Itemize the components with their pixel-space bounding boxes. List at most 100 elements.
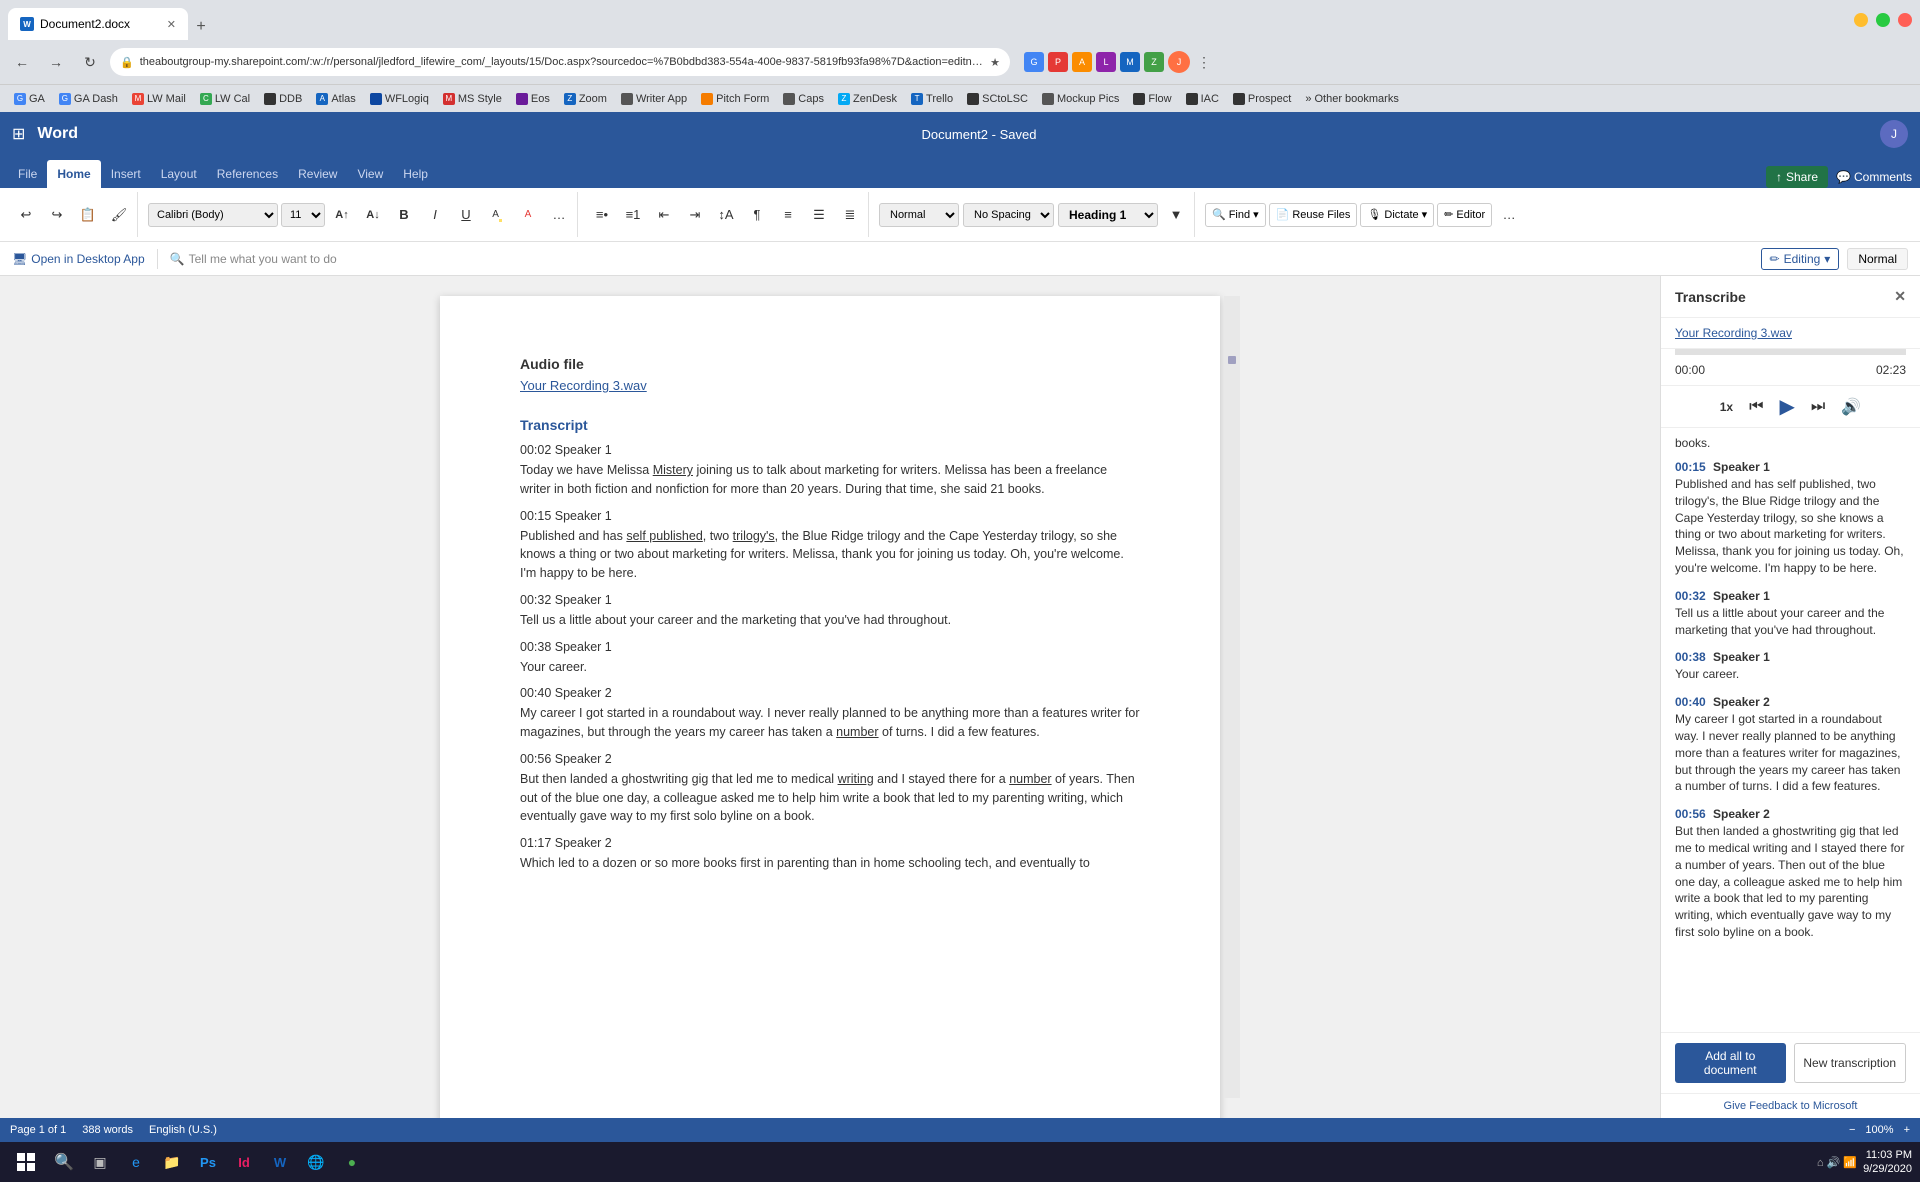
tab-file[interactable]: File: [8, 160, 47, 188]
underline-button[interactable]: U: [452, 201, 480, 229]
transcribe-file-link[interactable]: Your Recording 3.wav: [1661, 318, 1920, 349]
ext-icon-1[interactable]: G: [1024, 52, 1044, 72]
more-options-button[interactable]: …: [1495, 201, 1523, 229]
align-left-button[interactable]: ≡: [774, 201, 802, 229]
tab-view[interactable]: View: [347, 160, 393, 188]
bookmark-flow[interactable]: Flow: [1127, 91, 1177, 107]
zoom-in-button[interactable]: +: [1904, 1124, 1910, 1136]
bookmark-zendesk[interactable]: Z ZenDesk: [832, 91, 903, 107]
tab-review[interactable]: Review: [288, 160, 347, 188]
ext-icon-3[interactable]: A: [1072, 52, 1092, 72]
tab-help[interactable]: Help: [393, 160, 438, 188]
numbering-button[interactable]: ≡1: [619, 201, 647, 229]
bookmark-caps[interactable]: Caps: [777, 91, 830, 107]
close-window-button[interactable]: [1898, 13, 1912, 27]
more-font-button[interactable]: …: [545, 201, 573, 229]
reuse-files-button[interactable]: 📄 Reuse Files: [1269, 203, 1358, 227]
decrease-indent-button[interactable]: ⇤: [650, 201, 678, 229]
taskbar-edge[interactable]: e: [120, 1146, 152, 1178]
reload-button[interactable]: ↻: [76, 48, 104, 76]
playback-speed[interactable]: 1x: [1720, 400, 1733, 414]
highlight-button[interactable]: A: [483, 201, 511, 229]
share-button[interactable]: ↑ Share: [1766, 166, 1828, 188]
taskbar-chrome[interactable]: 🌐: [300, 1146, 332, 1178]
forward-button[interactable]: →: [42, 48, 70, 76]
taskbar-indesign[interactable]: Id: [228, 1146, 260, 1178]
add-all-to-document-button[interactable]: Add all to document: [1675, 1043, 1786, 1083]
paragraph-mark-button[interactable]: ¶: [743, 201, 771, 229]
format-painter-button[interactable]: 🖌: [105, 201, 133, 229]
play-button[interactable]: ▶: [1780, 394, 1795, 419]
ext-icon-2[interactable]: P: [1048, 52, 1068, 72]
app-grid-icon[interactable]: ⊞: [12, 124, 25, 144]
bookmark-prospect[interactable]: Prospect: [1227, 91, 1297, 107]
transcribe-close-button[interactable]: ✕: [1894, 288, 1906, 305]
redo-button[interactable]: ↪: [43, 201, 71, 229]
skip-forward-button[interactable]: ⏭: [1811, 398, 1825, 416]
tell-me-search[interactable]: 🔍 Tell me what you want to do: [170, 252, 1749, 266]
audio-file-link[interactable]: Your Recording 3.wav: [520, 378, 647, 393]
other-bookmarks-button[interactable]: » Other bookmarks: [1299, 91, 1405, 107]
bullets-button[interactable]: ≡•: [588, 201, 616, 229]
scroll-thumb[interactable]: [1228, 356, 1236, 364]
bookmark-wflogiq[interactable]: WFLogiq: [364, 91, 435, 107]
seg-time-3[interactable]: 00:38: [1675, 650, 1706, 664]
bookmark-atlas[interactable]: A Atlas: [310, 91, 361, 107]
taskbar-explorer[interactable]: 📁: [156, 1146, 188, 1178]
seg-time-5[interactable]: 00:56: [1675, 807, 1706, 821]
bookmark-ddb[interactable]: DDB: [258, 91, 308, 107]
more-extensions-button[interactable]: ⋮: [1194, 52, 1214, 72]
decrease-font-button[interactable]: A↓: [359, 201, 387, 229]
bookmark-lw-mail[interactable]: M LW Mail: [126, 91, 192, 107]
undo-button[interactable]: ↩: [12, 201, 40, 229]
comments-button[interactable]: 💬 Comments: [1836, 170, 1912, 184]
align-center-button[interactable]: ☰: [805, 201, 833, 229]
skip-back-button[interactable]: ⏮: [1749, 398, 1763, 416]
taskbar-photoshop[interactable]: Ps: [192, 1146, 224, 1178]
heading1-style-select[interactable]: Heading 1: [1058, 203, 1158, 227]
bookmark-trello[interactable]: T Trello: [905, 91, 959, 107]
zoom-out-button[interactable]: −: [1849, 1124, 1855, 1136]
bookmark-lw-cal[interactable]: C LW Cal: [194, 91, 256, 107]
align-right-button[interactable]: ≣: [836, 201, 864, 229]
bookmark-eos[interactable]: Eos: [510, 91, 556, 107]
bookmark-zoom[interactable]: Z Zoom: [558, 91, 613, 107]
close-tab-button[interactable]: ✕: [167, 18, 176, 31]
feedback-link[interactable]: Give Feedback to Microsoft: [1661, 1093, 1920, 1118]
taskbar-task-view[interactable]: ▣: [84, 1146, 116, 1178]
new-tab-button[interactable]: +: [188, 14, 214, 40]
new-transcription-button[interactable]: New transcription: [1794, 1043, 1907, 1083]
bookmark-ga-dash[interactable]: G GA Dash: [53, 91, 124, 107]
bookmark-iac[interactable]: IAC: [1180, 91, 1225, 107]
open-desktop-button[interactable]: 🖥 Open in Desktop App: [12, 252, 145, 266]
seg-time-2[interactable]: 00:32: [1675, 589, 1706, 603]
taskbar-word[interactable]: W: [264, 1146, 296, 1178]
find-button[interactable]: 🔍 Find ▾: [1205, 203, 1266, 227]
user-avatar[interactable]: J: [1880, 120, 1908, 148]
seg-time-1[interactable]: 00:15: [1675, 460, 1706, 474]
bold-button[interactable]: B: [390, 201, 418, 229]
editor-button[interactable]: ✏ Editor: [1437, 203, 1492, 227]
font-size-select[interactable]: 11: [281, 203, 325, 227]
sort-button[interactable]: ↕A: [712, 201, 740, 229]
ext-icon-4[interactable]: L: [1096, 52, 1116, 72]
bookmark-ga[interactable]: G GA: [8, 91, 51, 107]
tab-insert[interactable]: Insert: [101, 160, 151, 188]
active-tab[interactable]: W Document2.docx ✕: [8, 8, 188, 40]
taskbar-unknown[interactable]: ●: [336, 1146, 368, 1178]
bookmark-pitch-form[interactable]: Pitch Form: [695, 91, 775, 107]
editing-mode-button[interactable]: ✏ Editing ▾: [1761, 248, 1840, 270]
seg-time-4[interactable]: 00:40: [1675, 695, 1706, 709]
ext-icon-6[interactable]: Z: [1144, 52, 1164, 72]
normal-style-select[interactable]: Normal: [879, 203, 959, 227]
taskbar-search[interactable]: 🔍: [48, 1146, 80, 1178]
bookmark-writer-app[interactable]: Writer App: [615, 91, 693, 107]
bookmark-ms-style[interactable]: M MS Style: [437, 91, 508, 107]
maximize-button[interactable]: [1876, 13, 1890, 27]
tab-home[interactable]: Home: [47, 160, 100, 188]
ext-icon-5[interactable]: M: [1120, 52, 1140, 72]
font-color-button[interactable]: A: [514, 201, 542, 229]
minimize-button[interactable]: [1854, 13, 1868, 27]
increase-indent-button[interactable]: ⇥: [681, 201, 709, 229]
increase-font-button[interactable]: A↑: [328, 201, 356, 229]
